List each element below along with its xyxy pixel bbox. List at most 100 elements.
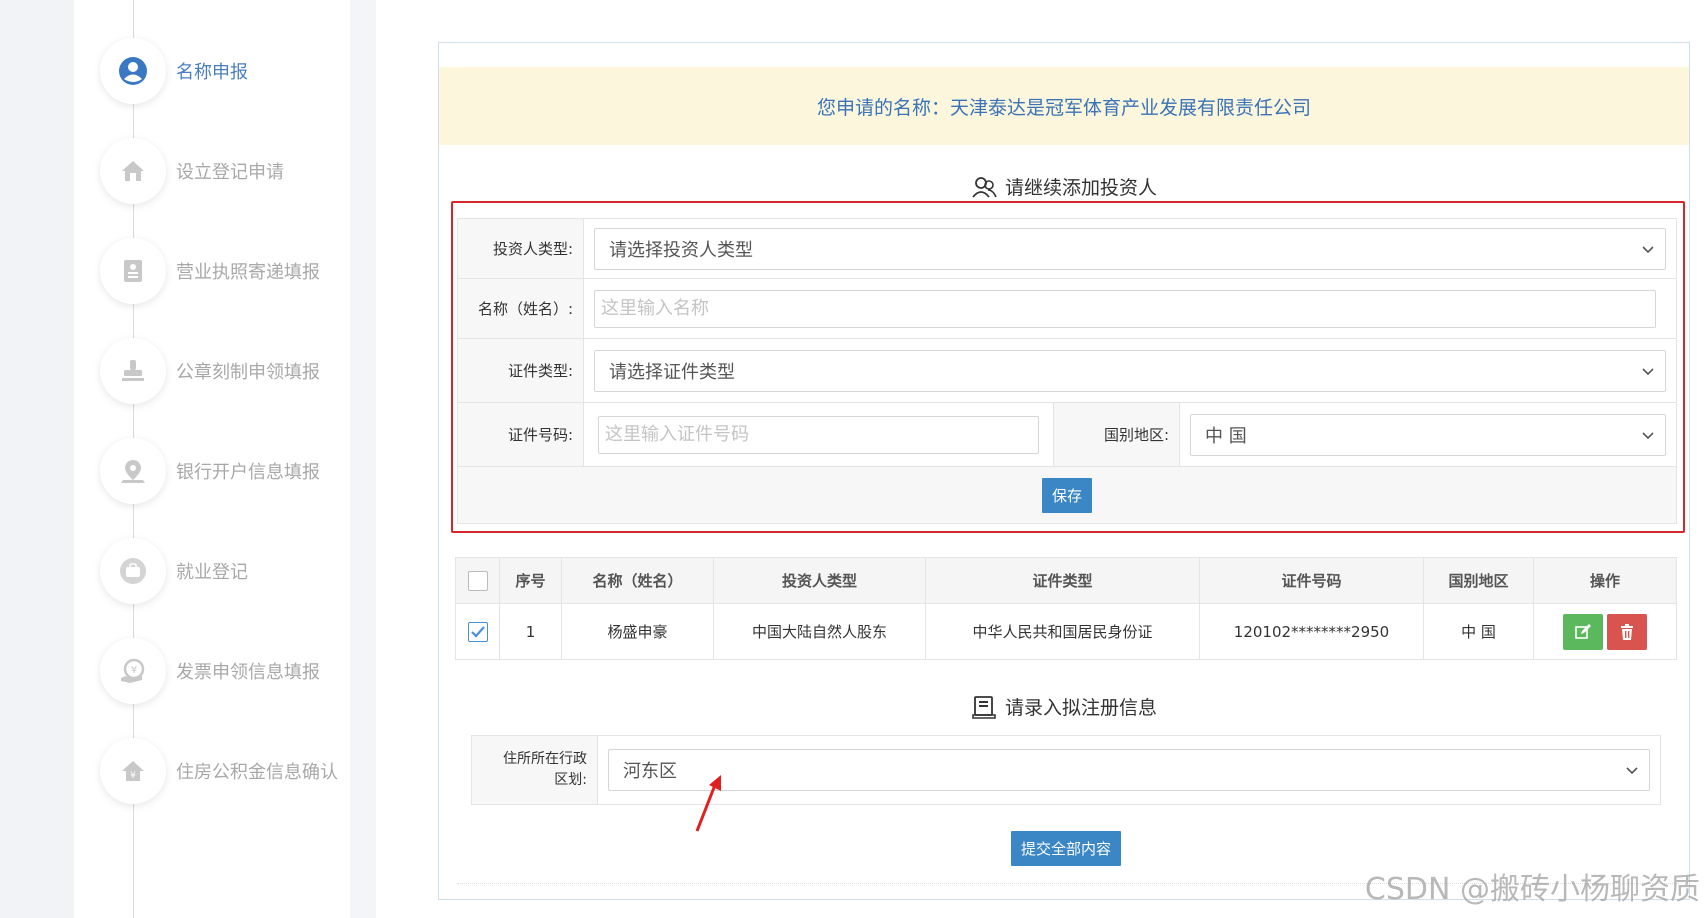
chevron-down-icon	[1642, 367, 1654, 375]
step-circle	[100, 38, 166, 104]
address-label-line2: 区划:	[554, 772, 587, 788]
col-header: 证件号码	[1199, 557, 1424, 604]
cert-type-select[interactable]: 请选择证件类型	[594, 349, 1666, 392]
step-circle: ¥	[100, 738, 166, 804]
step-license-delivery[interactable]: 营业执照寄递填报	[74, 238, 350, 308]
section-title-text: 请录入拟注册信息	[1004, 697, 1157, 719]
trash-icon	[1621, 623, 1633, 640]
col-header: 证件类型	[925, 557, 1200, 604]
name-input[interactable]	[594, 289, 1656, 328]
main-panel: 您申请的名称：天津泰达是冠军体育产业发展有限责任公司 请继续添加投资人 投资人类…	[438, 42, 1690, 900]
step-label: 营业执照寄递填报	[176, 262, 320, 283]
house-icon	[122, 161, 144, 181]
arrow-annotation-icon	[695, 775, 721, 832]
location-pin-icon	[121, 460, 145, 483]
col-header: 操作	[1533, 557, 1677, 604]
cert-type-value: 请选择证件类型	[609, 361, 735, 383]
investor-type-row: 投资人类型: 请选择投资人类型	[458, 219, 1676, 279]
row-investor-type: 中国大陆自然人股东	[713, 603, 926, 660]
watermark: CSDN @搬砖小杨聊资质	[1364, 872, 1700, 907]
investor-section-title: 请继续添加投资人	[439, 173, 1689, 200]
step-label: 名称申报	[176, 62, 248, 83]
book-icon	[972, 695, 996, 719]
step-establishment-registration[interactable]: 设立登记申请	[74, 138, 350, 208]
svg-text:¥: ¥	[130, 771, 136, 781]
step-label: 就业登记	[176, 562, 248, 583]
district-value: 河东区	[623, 761, 677, 782]
step-name-declaration[interactable]: 名称申报	[74, 38, 350, 108]
step-bank-account[interactable]: 银行开户信息填报	[74, 438, 350, 508]
check-icon	[470, 625, 485, 638]
row-name: 杨盛申豪	[561, 603, 714, 660]
save-button[interactable]: 保存	[1041, 477, 1092, 513]
section-title-text: 请继续添加投资人	[1004, 177, 1157, 199]
select-all-checkbox[interactable]	[467, 570, 488, 591]
investor-type-label: 投资人类型:	[458, 219, 584, 278]
briefcase-icon	[120, 558, 146, 584]
col-header: 国别地区	[1423, 557, 1534, 604]
step-circle	[100, 338, 166, 404]
step-label: 公章刻制申领填报	[176, 362, 320, 383]
row-cert-number: 120102********2950	[1199, 603, 1424, 660]
col-header: 名称（姓名）	[561, 557, 714, 604]
row-actions	[1533, 603, 1677, 660]
cert-number-input[interactable]	[598, 415, 1039, 454]
users-icon	[972, 176, 997, 198]
investor-type-select[interactable]: 请选择投资人类型	[594, 227, 1666, 270]
row-checkbox[interactable]	[467, 621, 488, 642]
row-cert-type: 中华人民共和国居民身份证	[925, 603, 1200, 660]
country-value: 中 国	[1205, 425, 1247, 447]
table-row: 1 杨盛申豪 中国大陆自然人股东 中华人民共和国居民身份证 120102****…	[455, 603, 1677, 660]
address-row: 住所所在行政 区划: 河东区	[471, 735, 1661, 805]
applied-name-banner: 您申请的名称：天津泰达是冠军体育产业发展有限责任公司	[439, 67, 1689, 145]
district-select[interactable]: 河东区	[608, 749, 1650, 791]
chevron-down-icon	[1642, 431, 1654, 439]
id-card-icon	[124, 260, 142, 282]
name-label: 名称（姓名）:	[458, 279, 584, 338]
delete-button[interactable]	[1607, 613, 1647, 650]
investor-form: 投资人类型: 请选择投资人类型 名称（姓名）: 证件类型: 请选择证件类型	[457, 218, 1677, 524]
col-header: 投资人类型	[713, 557, 926, 604]
submit-all-button[interactable]: 提交全部内容	[1011, 831, 1122, 866]
svg-text:¥: ¥	[131, 665, 137, 676]
select-all-cell	[455, 557, 500, 604]
step-seal-engraving[interactable]: 公章刻制申领填报	[74, 338, 350, 408]
step-employment-registration[interactable]: 就业登记	[74, 538, 350, 608]
row-number: 1	[499, 603, 562, 660]
row-country: 中 国	[1423, 603, 1534, 660]
invoice-icon: ¥	[121, 658, 145, 683]
user-circle-icon	[119, 57, 147, 85]
chevron-down-icon	[1626, 767, 1638, 775]
home-fund-icon: ¥	[122, 761, 144, 781]
row-select-cell	[455, 603, 500, 660]
step-label: 银行开户信息填报	[176, 462, 320, 483]
step-circle	[100, 538, 166, 604]
step-invoice-application[interactable]: ¥ 发票申领信息填报	[74, 638, 350, 708]
applied-name-text: 您申请的名称：天津泰达是冠军体育产业发展有限责任公司	[816, 96, 1311, 119]
table-header-row: 序号 名称（姓名） 投资人类型 证件类型 证件号码 国别地区 操作	[455, 557, 1677, 604]
name-row: 名称（姓名）:	[458, 279, 1676, 339]
step-housing-fund[interactable]: ¥ 住房公积金信息确认	[74, 738, 350, 808]
country-label: 国别地区:	[1054, 403, 1180, 466]
step-circle	[100, 238, 166, 304]
edit-icon	[1575, 623, 1591, 639]
address-label-line1: 住所所在行政	[503, 751, 587, 767]
stamp-icon	[122, 360, 144, 381]
investor-type-value: 请选择投资人类型	[609, 239, 753, 261]
step-circle	[100, 438, 166, 504]
step-circle	[100, 138, 166, 204]
country-select[interactable]: 中 国	[1190, 413, 1666, 456]
cert-type-label: 证件类型:	[458, 339, 584, 402]
investor-table: 序号 名称（姓名） 投资人类型 证件类型 证件号码 国别地区 操作 1 杨盛申豪…	[455, 557, 1677, 660]
edit-button[interactable]	[1563, 613, 1603, 650]
register-section-title: 请录入拟注册信息	[439, 693, 1689, 720]
cert-number-label: 证件号码:	[458, 403, 584, 466]
chevron-down-icon	[1642, 245, 1654, 253]
cert-type-row: 证件类型: 请选择证件类型	[458, 339, 1676, 403]
save-row: 保存	[458, 467, 1676, 523]
step-circle: ¥	[100, 638, 166, 704]
sidebar: 名称申报 设立登记申请 营业执照寄递填报 公章刻制申领填报 银行开户信息填报 就…	[74, 0, 350, 918]
step-label: 设立登记申请	[176, 162, 284, 183]
cert-number-row: 证件号码: 国别地区: 中 国	[458, 403, 1676, 467]
step-label: 住房公积金信息确认	[176, 762, 338, 783]
